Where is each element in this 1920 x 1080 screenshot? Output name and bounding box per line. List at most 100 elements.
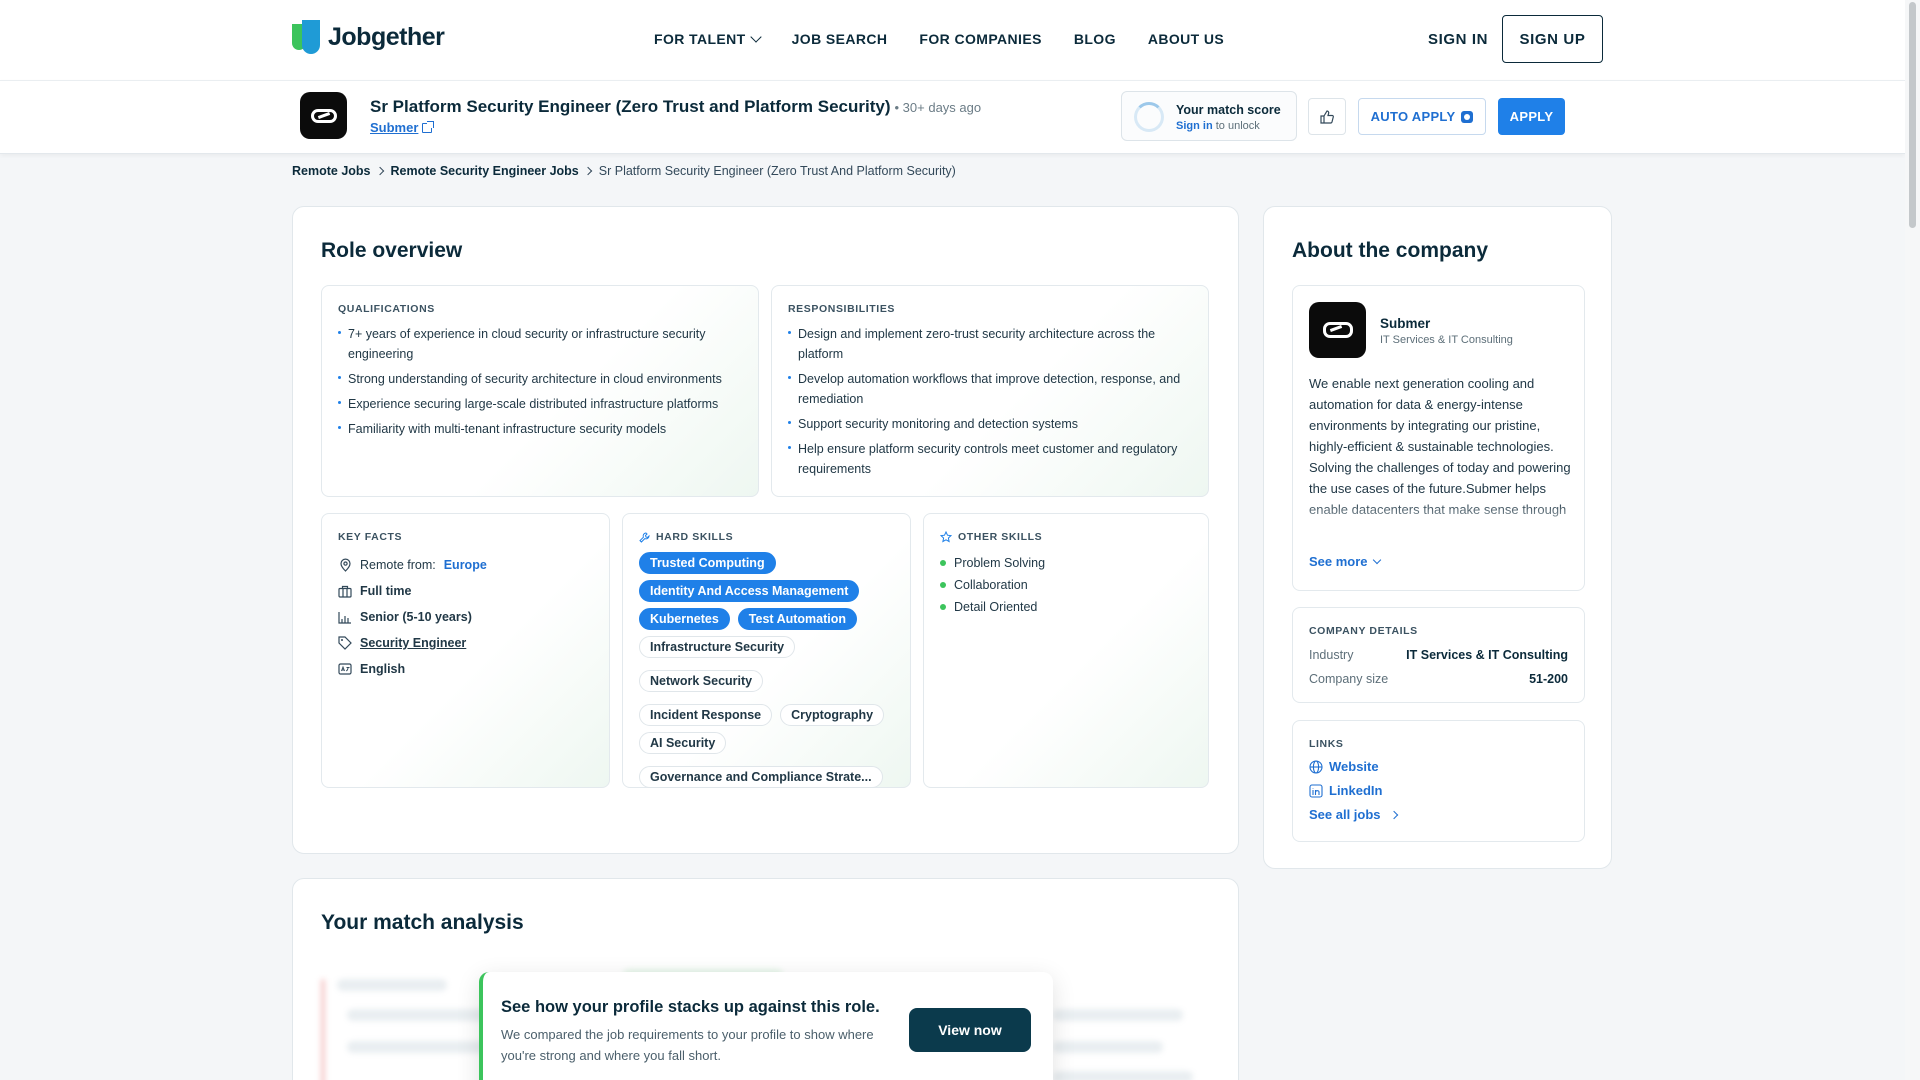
- nav-for-talent-label: FOR TALENT: [654, 31, 746, 47]
- hard-skills-header: HARD SKILLS: [639, 531, 733, 543]
- fact-category: Security Engineer: [338, 630, 487, 656]
- hard-skills-label: HARD SKILLS: [656, 531, 734, 543]
- skill-chip[interactable]: Network Security: [639, 670, 764, 692]
- blurred-placeholder: [321, 979, 325, 1080]
- promo-text: We compared the job requirements to your…: [501, 1027, 874, 1063]
- company-links-panel: LINKS Website LinkedIn See all jobs: [1292, 720, 1585, 842]
- blurred-placeholder: [347, 1009, 497, 1021]
- other-skills-panel: OTHER SKILLS Problem Solving Collaborati…: [923, 513, 1209, 788]
- language-icon: [338, 662, 352, 676]
- skill-chip[interactable]: Infrastructure Security: [639, 636, 796, 658]
- list-item: Detail Oriented: [940, 596, 1045, 618]
- blurred-placeholder: [1053, 1009, 1183, 1021]
- match-sign-in-link[interactable]: Sign in: [1176, 120, 1213, 132]
- blurred-placeholder: [347, 1041, 497, 1053]
- chevron-right-icon: [1389, 810, 1398, 819]
- list-item: Support security monitoring and detectio…: [788, 414, 1194, 434]
- list-item: Design and implement zero-trust security…: [788, 324, 1194, 364]
- company-logo: [1309, 302, 1366, 358]
- sign-up-button[interactable]: SIGN UP: [1502, 15, 1603, 63]
- list-item: Strong understanding of security archite…: [338, 369, 744, 389]
- list-item: Help ensure platform security controls m…: [788, 439, 1194, 479]
- hard-skills-panel: HARD SKILLS Trusted Computing Identity A…: [622, 513, 911, 788]
- breadcrumb-security-engineer-jobs[interactable]: Remote Security Engineer Jobs: [391, 164, 579, 178]
- other-skills-label: OTHER SKILLS: [958, 531, 1043, 543]
- see-more-button[interactable]: See more: [1309, 554, 1381, 569]
- company-link[interactable]: Submer: [370, 120, 435, 135]
- sparkle-icon: [1461, 110, 1474, 123]
- nav-for-talent[interactable]: FOR TALENT: [654, 31, 762, 47]
- list-item: Problem Solving: [940, 552, 1045, 574]
- promo-title: See how your profile stacks up against t…: [501, 998, 880, 1016]
- nav-for-companies[interactable]: FOR COMPANIES: [919, 31, 1041, 47]
- company-name: Submer: [1380, 316, 1431, 331]
- qualifications-label: QUALIFICATIONS: [338, 303, 435, 315]
- blurred-placeholder: [337, 979, 447, 991]
- company-industry: IT Services & IT Consulting: [1380, 334, 1513, 346]
- fact-category-link[interactable]: Security Engineer: [360, 636, 466, 650]
- match-score-title: Your match score: [1176, 103, 1281, 117]
- responsibilities-label: RESPONSIBILITIES: [788, 303, 896, 315]
- link-icon: [1322, 322, 1353, 338]
- nav-about-us[interactable]: ABOUT US: [1148, 31, 1224, 47]
- job-title-text: Sr Platform Security Engineer (Zero Trus…: [370, 97, 891, 116]
- website-link-label: Website: [1329, 759, 1379, 774]
- job-header-bar: Sr Platform Security Engineer (Zero Trus…: [0, 80, 1905, 154]
- jobgether-logo[interactable]: Jobgether: [292, 20, 445, 54]
- tag-icon: [338, 636, 352, 650]
- detail-size-row: Company size 51-200: [1309, 672, 1568, 686]
- breadcrumb-remote-jobs[interactable]: Remote Jobs: [292, 164, 371, 178]
- bar-chart-icon: [338, 610, 352, 624]
- linkedin-link-label: LinkedIn: [1329, 783, 1383, 798]
- apply-button[interactable]: APPLY: [1498, 98, 1565, 135]
- skill-chip[interactable]: Incident Response: [639, 704, 773, 726]
- job-title: Sr Platform Security Engineer (Zero Trus…: [370, 97, 981, 117]
- fact-employment-value: Full time: [360, 584, 412, 598]
- thumbs-up-icon: [1320, 109, 1334, 124]
- detail-industry-value: IT Services & IT Consulting: [1406, 648, 1568, 662]
- like-button[interactable]: [1308, 98, 1346, 135]
- role-overview-heading: Role overview: [321, 239, 463, 262]
- skill-chip[interactable]: Trusted Computing: [639, 552, 776, 574]
- scrollbar-thumb[interactable]: [1909, 2, 1916, 228]
- see-all-jobs-link[interactable]: See all jobs: [1309, 807, 1399, 822]
- chevron-down-icon: [749, 31, 762, 43]
- linkedin-link[interactable]: LinkedIn: [1309, 783, 1382, 798]
- breadcrumb: Remote Jobs Remote Security Engineer Job…: [292, 164, 956, 178]
- logo-mark-icon: [292, 20, 324, 54]
- links-label: LINKS: [1309, 738, 1344, 750]
- list-item: 7+ years of experience in cloud security…: [338, 324, 744, 364]
- skill-chip[interactable]: Test Automation: [737, 608, 857, 630]
- view-now-button[interactable]: View now: [909, 1008, 1031, 1052]
- external-link-icon: [422, 120, 435, 133]
- skill-chip[interactable]: Cryptography: [780, 704, 885, 726]
- company-summary-panel: Submer IT Services & IT Consulting We en…: [1292, 285, 1585, 591]
- skill-chip[interactable]: Governance and Compliance Strate...: [639, 766, 883, 788]
- website-link[interactable]: Website: [1309, 759, 1379, 774]
- match-score-ring-icon: [1134, 102, 1164, 132]
- about-company-card: About the company Submer IT Services & I…: [1263, 206, 1612, 869]
- breadcrumb-current: Sr Platform Security Engineer (Zero Trus…: [598, 164, 956, 178]
- briefcase-icon: [338, 584, 352, 598]
- description-fade: [1309, 501, 1571, 537]
- fact-seniority-value: Senior (5-10 years): [360, 610, 472, 624]
- chevron-down-icon: [1372, 555, 1381, 564]
- fact-employment: Full time: [338, 578, 487, 604]
- skill-chip[interactable]: AI Security: [639, 732, 727, 754]
- fact-remote-value[interactable]: Europe: [444, 558, 487, 572]
- list-item: Develop automation workflows that improv…: [788, 369, 1194, 409]
- skill-chip[interactable]: Identity And Access Management: [639, 580, 860, 602]
- auto-apply-button[interactable]: AUTO APPLY: [1358, 98, 1486, 135]
- match-analysis-heading: Your match analysis: [321, 911, 524, 934]
- responsibilities-list: Design and implement zero-trust security…: [788, 324, 1194, 484]
- match-score-box[interactable]: Your match score Sign in to unlock: [1121, 91, 1297, 141]
- skill-chip[interactable]: Kubernetes: [639, 608, 730, 630]
- sign-in-link[interactable]: SIGN IN: [1428, 31, 1488, 48]
- fact-seniority: Senior (5-10 years): [338, 604, 487, 630]
- nav-job-search[interactable]: JOB SEARCH: [792, 31, 888, 47]
- page-scrollbar[interactable]: [1905, 0, 1920, 1080]
- chevron-right-icon: [583, 166, 593, 176]
- company-details-panel: COMPANY DETAILS Industry IT Services & I…: [1292, 607, 1585, 703]
- nav-blog[interactable]: BLOG: [1074, 31, 1116, 47]
- role-overview-card: Role overview QUALIFICATIONS 7+ years of…: [292, 206, 1239, 854]
